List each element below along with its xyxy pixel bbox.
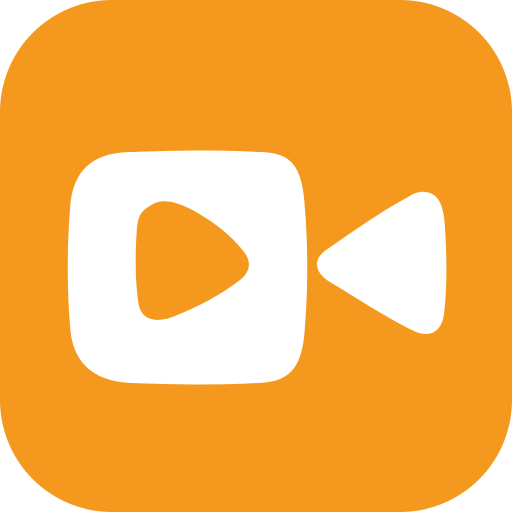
app-icon[interactable] [0, 0, 512, 512]
video-camera-icon [0, 0, 512, 512]
